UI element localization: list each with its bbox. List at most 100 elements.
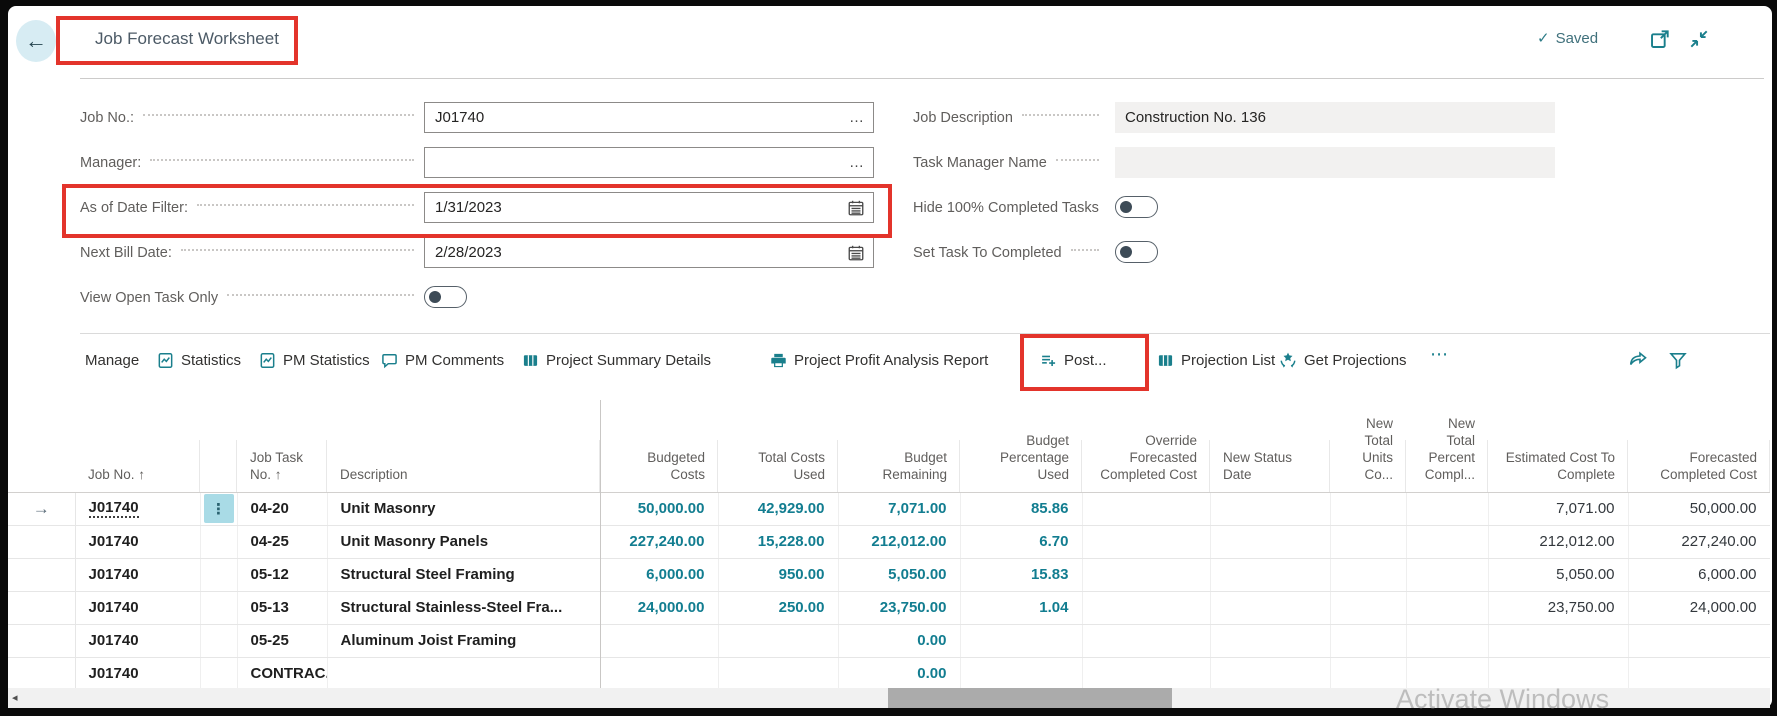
row-menu-icon[interactable]: ⋮: [204, 494, 234, 523]
column-header-description[interactable]: Description: [327, 400, 600, 492]
toolbar-item-pm-comments[interactable]: PM Comments: [381, 347, 504, 373]
toolbar-item-manage[interactable]: Manage: [85, 347, 139, 373]
cell-new_total_percent[interactable]: [1406, 624, 1488, 657]
manager-field[interactable]: …: [424, 147, 874, 178]
cell-job_task_no[interactable]: 05-12: [237, 558, 327, 591]
cell-row_menu[interactable]: [200, 657, 237, 688]
job-no-value[interactable]: J01740: [435, 109, 849, 126]
cell-job_no[interactable]: J01740: [75, 657, 200, 688]
column-header-new_total_percent[interactable]: New Total Percent Compl...: [1406, 400, 1488, 492]
cell-new_status_date[interactable]: [1210, 591, 1330, 624]
column-header-estimated_cost_to_complete[interactable]: Estimated Cost To Complete: [1488, 400, 1628, 492]
as-of-date-filter-field[interactable]: 1/31/2023: [424, 192, 874, 223]
cell-estimated_cost_to_complete[interactable]: 7,071.00: [1488, 492, 1628, 525]
cell-budget_remaining[interactable]: 5,050.00: [838, 558, 960, 591]
cell-forecasted_completed_cost[interactable]: 24,000.00: [1628, 591, 1770, 624]
cell-budget_remaining[interactable]: 0.00: [838, 657, 960, 688]
cell-forecasted_completed_cost[interactable]: [1628, 624, 1770, 657]
calendar-icon[interactable]: [847, 199, 865, 217]
open-in-new-window-icon[interactable]: [1649, 28, 1671, 50]
cell-forecasted_completed_cost[interactable]: [1628, 657, 1770, 688]
cell-budget_remaining[interactable]: 7,071.00: [838, 492, 960, 525]
cell-budgeted_costs[interactable]: 6,000.00: [600, 558, 718, 591]
cell-estimated_cost_to_complete[interactable]: 23,750.00: [1488, 591, 1628, 624]
toolbar-item-projection-list[interactable]: Projection List: [1157, 347, 1275, 373]
cell-estimated_cost_to_complete[interactable]: [1488, 624, 1628, 657]
lookup-ellipsis-icon[interactable]: …: [849, 109, 865, 126]
cell-total_costs_used[interactable]: 250.00: [718, 591, 838, 624]
cell-job_task_no[interactable]: 05-25: [237, 624, 327, 657]
cell-description[interactable]: [327, 657, 600, 688]
cell-new_total_percent[interactable]: [1406, 591, 1488, 624]
cell-budgeted_costs[interactable]: 50,000.00: [600, 492, 718, 525]
lookup-ellipsis-icon[interactable]: …: [849, 154, 865, 171]
cell-budgeted_costs[interactable]: [600, 657, 718, 688]
cell-row_menu[interactable]: [200, 525, 237, 558]
cell-override_forecasted_completed_cost[interactable]: [1082, 525, 1210, 558]
share-button[interactable]: [1628, 347, 1648, 373]
cell-override_forecasted_completed_cost[interactable]: [1082, 657, 1210, 688]
cell-job_no[interactable]: J01740: [75, 558, 200, 591]
cell-budget_percentage_used[interactable]: 85.86: [960, 492, 1082, 525]
cell-budget_percentage_used[interactable]: 6.70: [960, 525, 1082, 558]
toolbar-item-post[interactable]: Post...: [1040, 347, 1107, 373]
cell-override_forecasted_completed_cost[interactable]: [1082, 492, 1210, 525]
cell-budget_percentage_used[interactable]: 1.04: [960, 591, 1082, 624]
cell-job_no[interactable]: J01740: [75, 525, 200, 558]
cell-new_total_percent[interactable]: [1406, 525, 1488, 558]
cell-job_no[interactable]: J01740: [75, 492, 200, 525]
job-no-field[interactable]: J01740 …: [424, 102, 874, 133]
cell-total_costs_used[interactable]: 42,929.00: [718, 492, 838, 525]
column-header-job_no[interactable]: Job No. ↑: [75, 400, 200, 492]
hide-completed-tasks-toggle[interactable]: [1115, 196, 1158, 218]
scroll-left-icon[interactable]: ◂: [12, 691, 18, 704]
cell-description[interactable]: Structural Steel Framing: [327, 558, 600, 591]
cell-budget_percentage_used[interactable]: [960, 624, 1082, 657]
drilldown-link[interactable]: J01740: [89, 499, 139, 518]
column-header-budget_percentage_used[interactable]: Budget Percentage Used: [960, 400, 1082, 492]
toolbar-overflow-button[interactable]: ⋯: [1430, 344, 1450, 365]
cell-budgeted_costs[interactable]: [600, 624, 718, 657]
cell-row_menu[interactable]: [200, 624, 237, 657]
cell-budget_remaining[interactable]: 0.00: [838, 624, 960, 657]
cell-description[interactable]: Unit Masonry Panels: [327, 525, 600, 558]
cell-budgeted_costs[interactable]: 227,240.00: [600, 525, 718, 558]
back-button[interactable]: ←: [16, 20, 56, 62]
cell-override_forecasted_completed_cost[interactable]: [1082, 624, 1210, 657]
cell-budgeted_costs[interactable]: 24,000.00: [600, 591, 718, 624]
cell-estimated_cost_to_complete[interactable]: 212,012.00: [1488, 525, 1628, 558]
cell-total_costs_used[interactable]: 950.00: [718, 558, 838, 591]
cell-job_task_no[interactable]: 04-20: [237, 492, 327, 525]
column-header-budgeted_costs[interactable]: Budgeted Costs: [600, 400, 718, 492]
toolbar-item-pm-statistics[interactable]: PM Statistics: [259, 347, 370, 373]
next-bill-date-value[interactable]: 2/28/2023: [435, 244, 847, 261]
cell-description[interactable]: Unit Masonry: [327, 492, 600, 525]
toolbar-item-statistics[interactable]: Statistics: [157, 347, 241, 373]
view-open-task-only-toggle[interactable]: [424, 286, 467, 308]
cell-total_costs_used[interactable]: [718, 624, 838, 657]
cell-estimated_cost_to_complete[interactable]: 5,050.00: [1488, 558, 1628, 591]
cell-new_total_units[interactable]: [1330, 492, 1406, 525]
collapse-page-icon[interactable]: [1688, 28, 1710, 50]
cell-new_total_units[interactable]: [1330, 558, 1406, 591]
column-header-total_costs_used[interactable]: Total Costs Used: [718, 400, 838, 492]
cell-description[interactable]: Aluminum Joist Framing: [327, 624, 600, 657]
column-header-budget_remaining[interactable]: Budget Remaining: [838, 400, 960, 492]
cell-job_task_no[interactable]: 04-25: [237, 525, 327, 558]
column-header-forecasted_completed_cost[interactable]: Forecasted Completed Cost: [1628, 400, 1770, 492]
cell-new_status_date[interactable]: [1210, 657, 1330, 688]
cell-budget_percentage_used[interactable]: [960, 657, 1082, 688]
cell-new_status_date[interactable]: [1210, 525, 1330, 558]
cell-forecasted_completed_cost[interactable]: 227,240.00: [1628, 525, 1770, 558]
calendar-icon[interactable]: [847, 244, 865, 262]
cell-override_forecasted_completed_cost[interactable]: [1082, 591, 1210, 624]
cell-description[interactable]: Structural Stainless-Steel Fra...: [327, 591, 600, 624]
cell-forecasted_completed_cost[interactable]: 50,000.00: [1628, 492, 1770, 525]
cell-row_menu[interactable]: [200, 558, 237, 591]
cell-job_task_no[interactable]: CONTRAC...: [237, 657, 327, 688]
cell-new_total_units[interactable]: [1330, 624, 1406, 657]
scrollbar-thumb[interactable]: [888, 688, 1172, 708]
next-bill-date-field[interactable]: 2/28/2023: [424, 237, 874, 268]
filter-button[interactable]: [1668, 347, 1688, 373]
cell-row_menu[interactable]: [200, 591, 237, 624]
